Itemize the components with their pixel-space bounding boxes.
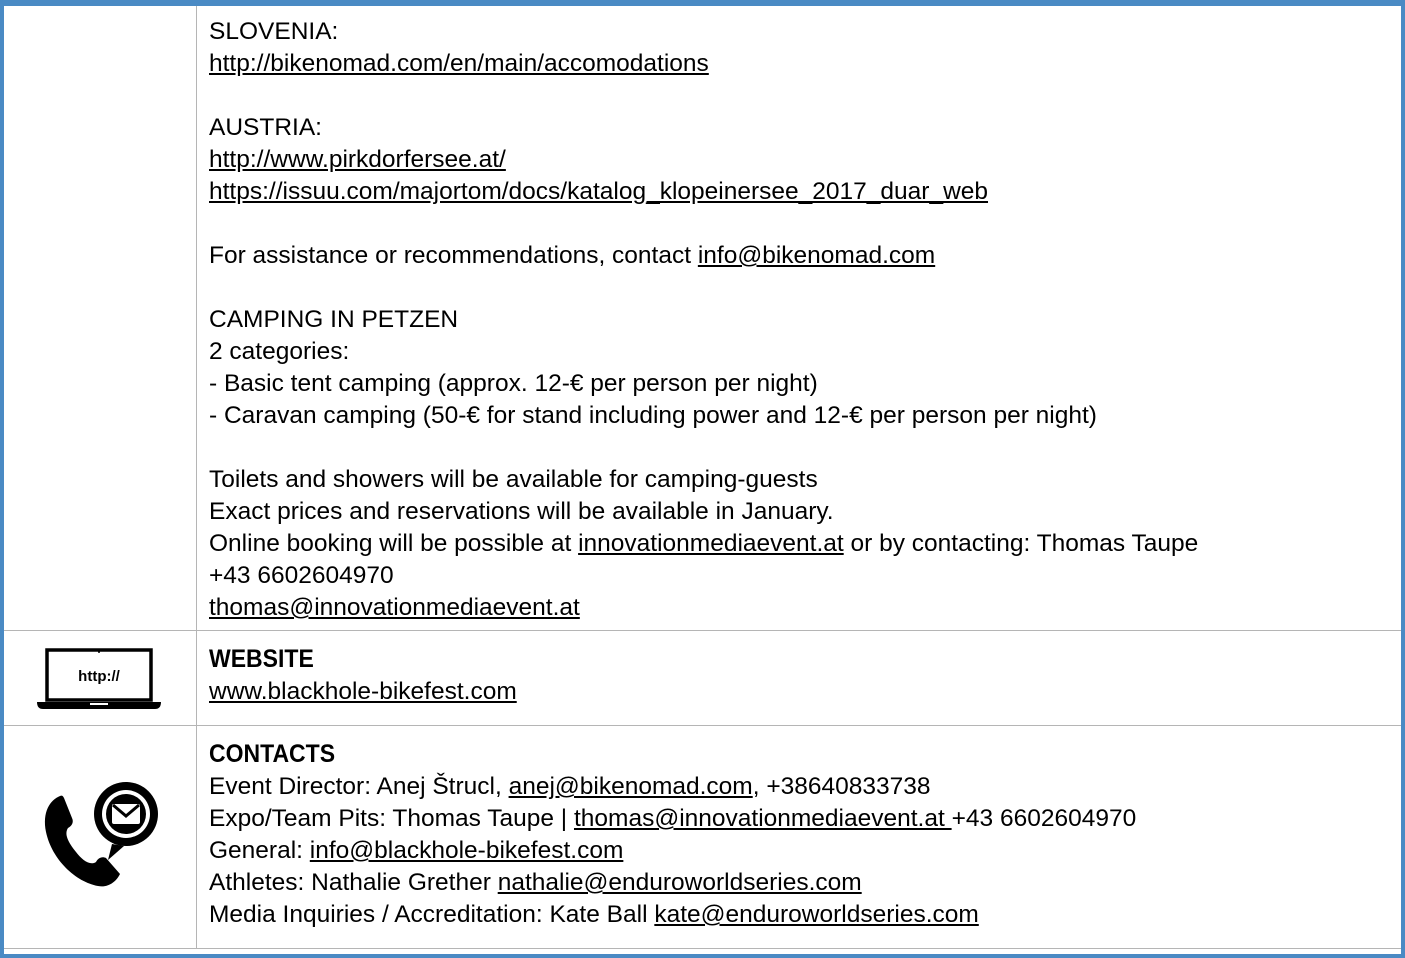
toilets-note: Toilets and showers will be available fo… bbox=[209, 466, 818, 493]
expo-email-link[interactable]: thomas@innovationmediaevent.at bbox=[574, 805, 952, 832]
website-content-cell: WEBSITE www.blackhole-bikefest.com bbox=[196, 630, 1401, 726]
athletes-email-link[interactable]: nathalie@enduroworldseries.com bbox=[498, 869, 862, 896]
booking-line: Online booking will be possible at innov… bbox=[209, 528, 1391, 560]
booking-email-link[interactable]: thomas@innovationmediaevent.at bbox=[209, 594, 580, 621]
contacts-icon-cell bbox=[4, 725, 197, 949]
expo-prefix: Expo/Team Pits: Thomas Taupe | bbox=[209, 805, 574, 832]
booking-prefix: Online booking will be possible at bbox=[209, 530, 579, 557]
laptop-http-text: http:// bbox=[78, 668, 120, 685]
camping-categories: 2 categories: bbox=[209, 338, 350, 365]
phone-mail-icon bbox=[44, 782, 158, 887]
camping-basic: - Basic tent camping (approx. 12-€ per p… bbox=[209, 370, 818, 397]
contacts-row: CONTACTS Event Director: Anej Štrucl, an… bbox=[4, 725, 1401, 949]
director-email-link[interactable]: anej@bikenomad.com bbox=[509, 773, 753, 800]
booking-suffix: or by contacting: Thomas Taupe bbox=[843, 530, 1199, 557]
austria-label: AUSTRIA: bbox=[209, 114, 322, 141]
contact-expo: Expo/Team Pits: Thomas Taupe | thomas@in… bbox=[209, 803, 1391, 835]
website-heading: WEBSITE bbox=[209, 645, 314, 673]
laptop-http-icon: http:// bbox=[37, 648, 161, 709]
document-page: SLOVENIA: http://bikenomad.com/en/main/a… bbox=[0, 0, 1405, 958]
media-email-link[interactable]: kate@enduroworldseries.com bbox=[654, 901, 978, 928]
austria-link-pirkdorfersee[interactable]: http://www.pirkdorfersee.at/ bbox=[209, 146, 506, 173]
contacts-heading: CONTACTS bbox=[209, 740, 336, 768]
assistance-line: For assistance or recommendations, conta… bbox=[209, 240, 1391, 272]
assistance-text: For assistance or recommendations, conta… bbox=[209, 242, 698, 269]
website-row: http:// WEBSITE www.blackhole-bikefest.c… bbox=[4, 630, 1401, 726]
booking-link[interactable]: innovationmediaevent.at bbox=[578, 530, 844, 557]
prices-note: Exact prices and reservations will be av… bbox=[209, 498, 834, 525]
slovenia-link[interactable]: http://bikenomad.com/en/main/accomodatio… bbox=[209, 50, 709, 77]
website-link[interactable]: www.blackhole-bikefest.com bbox=[209, 678, 517, 705]
contact-athletes: Athletes: Nathalie Grether nathalie@endu… bbox=[209, 867, 1391, 899]
assistance-email-link[interactable]: info@bikenomad.com bbox=[698, 242, 935, 269]
media-prefix: Media Inquiries / Accreditation: Kate Ba… bbox=[209, 901, 655, 928]
camping-title: CAMPING IN PETZEN bbox=[209, 306, 459, 333]
accommodation-content-cell: SLOVENIA: http://bikenomad.com/en/main/a… bbox=[196, 6, 1401, 631]
contacts-content-cell: CONTACTS Event Director: Anej Štrucl, an… bbox=[196, 725, 1401, 949]
contact-director: Event Director: Anej Štrucl, anej@bikeno… bbox=[209, 771, 1391, 803]
slovenia-label: SLOVENIA: bbox=[209, 18, 339, 45]
camping-caravan: - Caravan camping (50-€ for stand includ… bbox=[209, 402, 1097, 429]
contact-media: Media Inquiries / Accreditation: Kate Ba… bbox=[209, 899, 1391, 931]
director-prefix: Event Director: Anej Štrucl, bbox=[209, 773, 509, 800]
contact-general: General: info@blackhole-bikefest.com bbox=[209, 835, 1391, 867]
director-suffix: , +38640833738 bbox=[752, 773, 931, 800]
austria-link-issuu[interactable]: https://issuu.com/majortom/docs/katalog_… bbox=[209, 178, 988, 205]
general-email-link[interactable]: info@blackhole-bikefest.com bbox=[310, 837, 624, 864]
general-prefix: General: bbox=[209, 837, 310, 864]
expo-suffix: +43 6602604970 bbox=[951, 805, 1137, 832]
website-icon-cell: http:// bbox=[4, 630, 197, 726]
booking-phone: +43 6602604970 bbox=[209, 562, 394, 589]
info-table: SLOVENIA: http://bikenomad.com/en/main/a… bbox=[4, 6, 1401, 949]
athletes-prefix: Athletes: Nathalie Grether bbox=[209, 869, 498, 896]
accommodation-icon-cell bbox=[4, 6, 197, 631]
accommodation-row: SLOVENIA: http://bikenomad.com/en/main/a… bbox=[4, 6, 1401, 631]
